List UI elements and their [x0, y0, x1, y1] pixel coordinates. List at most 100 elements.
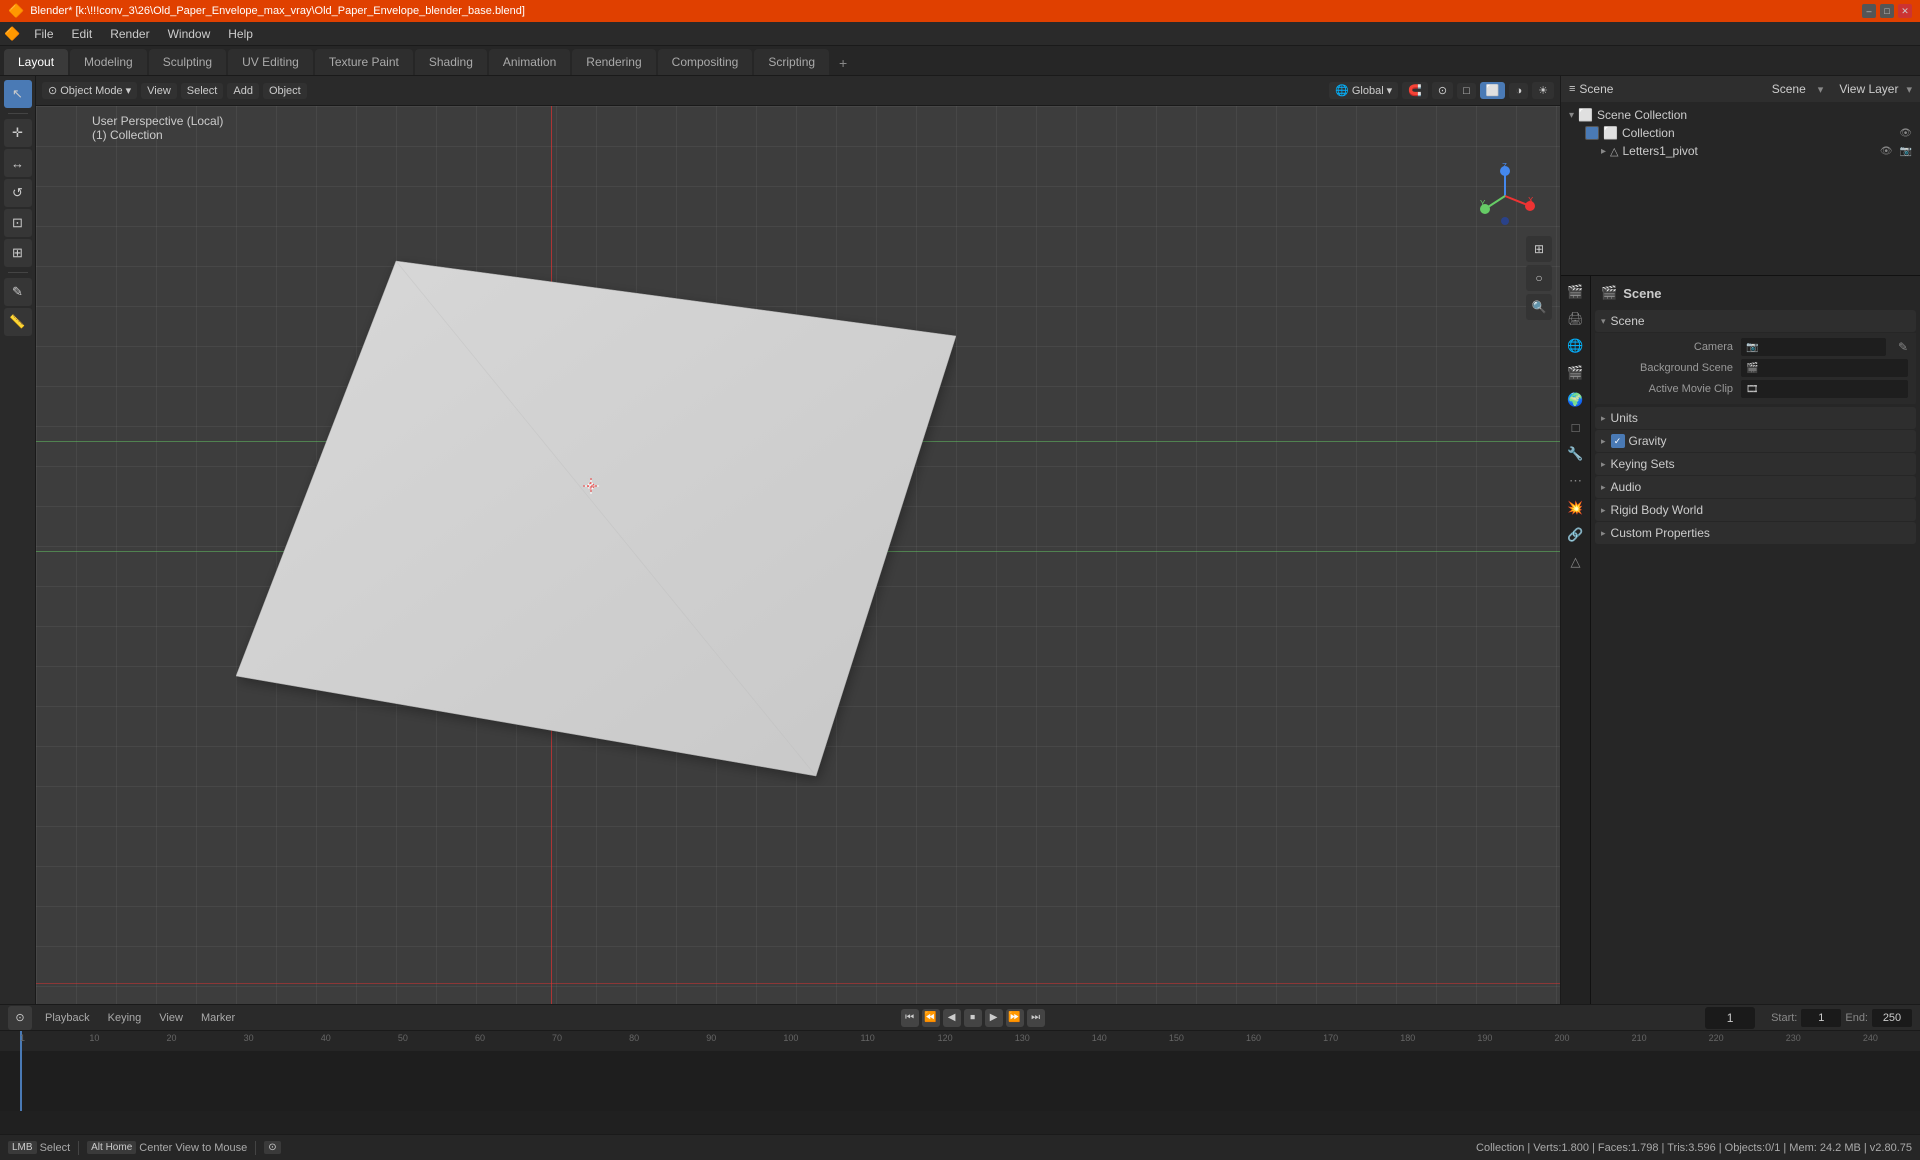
keying-menu[interactable]: Keying: [103, 1010, 147, 1026]
playback-mode-icon[interactable]: ⊙: [8, 1006, 32, 1030]
menu-edit[interactable]: Edit: [64, 25, 101, 43]
view-menu-tl[interactable]: View: [154, 1010, 188, 1026]
add-workspace-button[interactable]: +: [831, 51, 855, 75]
outliner-collection[interactable]: ⬜ Collection 👁: [1581, 124, 1916, 142]
object-menu[interactable]: Object: [263, 83, 307, 99]
gravity-checkbox[interactable]: ✓: [1611, 434, 1625, 448]
tab-rendering[interactable]: Rendering: [572, 49, 655, 75]
marker-menu[interactable]: Marker: [196, 1010, 240, 1026]
data-icon[interactable]: △: [1564, 550, 1588, 574]
scale-tool[interactable]: ⊡: [4, 209, 32, 237]
viewport-gizmo[interactable]: X Y Z: [1470, 161, 1540, 231]
tab-compositing[interactable]: Compositing: [658, 49, 753, 75]
end-frame-input[interactable]: 250: [1872, 1009, 1912, 1027]
audio-section[interactable]: ▸ Audio: [1595, 476, 1916, 498]
object-properties-icon[interactable]: □: [1564, 415, 1588, 439]
tab-uv-editing[interactable]: UV Editing: [228, 49, 313, 75]
blender-icon: 🔶: [4, 26, 20, 42]
maximize-button[interactable]: □: [1880, 4, 1894, 18]
menu-file[interactable]: File: [26, 25, 61, 43]
keying-sets-section[interactable]: ▸ Keying Sets: [1595, 453, 1916, 475]
cursor-tool[interactable]: ✛: [4, 119, 32, 147]
view-layer-properties-icon[interactable]: 🌐: [1564, 334, 1588, 358]
mode-selector[interactable]: ⊙ Object Mode ▾: [42, 82, 137, 99]
scene-title: Scene: [1623, 286, 1661, 301]
tab-scripting[interactable]: Scripting: [754, 49, 829, 75]
object-vis-icon[interactable]: 👁: [1880, 146, 1893, 157]
view-menu[interactable]: View: [141, 83, 177, 99]
minimize-button[interactable]: –: [1862, 4, 1876, 18]
object-render-icon[interactable]: 📷: [1900, 146, 1912, 157]
transform-tool[interactable]: ⊞: [4, 239, 32, 267]
camera-edit-icon[interactable]: ✎: [1898, 340, 1908, 354]
wireframe-mode[interactable]: □: [1457, 83, 1476, 99]
physics-icon[interactable]: 💥: [1564, 496, 1588, 520]
scene-section: ▾ Scene Camera 📷 ✎: [1595, 310, 1916, 405]
close-button[interactable]: ✕: [1898, 4, 1912, 18]
viewport-shading-type[interactable]: 🌐 Global ▾: [1329, 82, 1398, 99]
play-back-button[interactable]: ◀: [943, 1009, 961, 1027]
render-properties-icon[interactable]: 🎬: [1564, 280, 1588, 304]
menu-window[interactable]: Window: [160, 25, 219, 43]
active-clip-value[interactable]: 🎞: [1741, 380, 1908, 398]
filter-icon[interactable]: ▾: [1818, 83, 1824, 96]
outliner-scene-collection[interactable]: ▾ ⬜ Scene Collection: [1565, 106, 1916, 124]
stop-button[interactable]: ⏹: [964, 1009, 982, 1027]
view-layer-dropdown[interactable]: ▾: [1906, 83, 1912, 96]
select-menu[interactable]: Select: [181, 83, 224, 99]
particles-icon[interactable]: ⋯: [1564, 469, 1588, 493]
step-back-button[interactable]: ⏪: [922, 1009, 940, 1027]
jump-end-button[interactable]: ⏭: [1027, 1009, 1045, 1027]
rotate-tool[interactable]: ↺: [4, 179, 32, 207]
outliner-object[interactable]: ▸ △ Letters1_pivot 👁 📷: [1597, 142, 1916, 160]
constraints-icon[interactable]: 🔗: [1564, 523, 1588, 547]
tab-sculpting[interactable]: Sculpting: [149, 49, 226, 75]
start-frame-input[interactable]: 1: [1801, 1009, 1841, 1027]
annotate-tool[interactable]: ✎: [4, 278, 32, 306]
collection-visibility[interactable]: [1585, 126, 1599, 140]
move-tool[interactable]: ↔: [4, 149, 32, 177]
collection-vis-icon[interactable]: 👁: [1899, 128, 1912, 139]
units-section[interactable]: ▸ Units: [1595, 407, 1916, 429]
measure-tool[interactable]: 📏: [4, 308, 32, 336]
scene-section-header[interactable]: ▾ Scene: [1595, 310, 1916, 332]
gravity-section[interactable]: ▸ ✓ Gravity: [1595, 430, 1916, 452]
jump-start-button[interactable]: ⏮: [901, 1009, 919, 1027]
snap-button[interactable]: 🧲: [1402, 82, 1428, 99]
solid-mode[interactable]: ⬜: [1480, 82, 1506, 99]
tab-layout[interactable]: Layout: [4, 49, 68, 75]
background-scene-value[interactable]: 🎬: [1741, 359, 1908, 377]
camera-value[interactable]: 📷: [1741, 338, 1886, 356]
rendered-mode[interactable]: ☀: [1532, 82, 1554, 99]
toggle-xray[interactable]: 🔍: [1526, 294, 1552, 320]
background-scene-label: Background Scene: [1603, 362, 1733, 374]
tab-animation[interactable]: Animation: [489, 49, 570, 75]
proportional-edit[interactable]: ⊙: [1432, 82, 1453, 99]
frame-mark-240: 240: [1863, 1033, 1878, 1043]
modifier-properties-icon[interactable]: 🔧: [1564, 442, 1588, 466]
rigid-body-world-section[interactable]: ▸ Rigid Body World: [1595, 499, 1916, 521]
scene-properties-icon[interactable]: 🎬: [1564, 361, 1588, 385]
background-scene-row: Background Scene 🎬: [1603, 358, 1908, 378]
tab-texture-paint[interactable]: Texture Paint: [315, 49, 413, 75]
output-properties-icon[interactable]: 🖨: [1564, 307, 1588, 331]
current-frame-display[interactable]: 1: [1705, 1007, 1755, 1029]
playback-menu[interactable]: Playback: [40, 1010, 95, 1026]
timeline-track[interactable]: [0, 1051, 1920, 1111]
custom-properties-section[interactable]: ▸ Custom Properties: [1595, 522, 1916, 544]
toggle-grid[interactable]: ⊞: [1526, 236, 1552, 262]
select-tool[interactable]: ↖: [4, 80, 32, 108]
world-properties-icon[interactable]: 🌍: [1564, 388, 1588, 412]
camera-row: Camera 📷 ✎: [1603, 337, 1908, 357]
toggle-overlays[interactable]: ○: [1526, 265, 1552, 291]
menu-render[interactable]: Render: [102, 25, 157, 43]
timeline-ruler[interactable]: 1102030405060708090100110120130140150160…: [0, 1031, 1920, 1051]
tab-shading[interactable]: Shading: [415, 49, 487, 75]
material-preview[interactable]: ◑: [1509, 83, 1528, 99]
tab-modeling[interactable]: Modeling: [70, 49, 147, 75]
play-button[interactable]: ▶: [985, 1009, 1003, 1027]
menu-help[interactable]: Help: [220, 25, 261, 43]
viewport-container[interactable]: User Perspective (Local) (1) Collection: [36, 106, 1560, 1004]
step-forward-button[interactable]: ⏩: [1006, 1009, 1024, 1027]
add-menu[interactable]: Add: [227, 83, 259, 99]
